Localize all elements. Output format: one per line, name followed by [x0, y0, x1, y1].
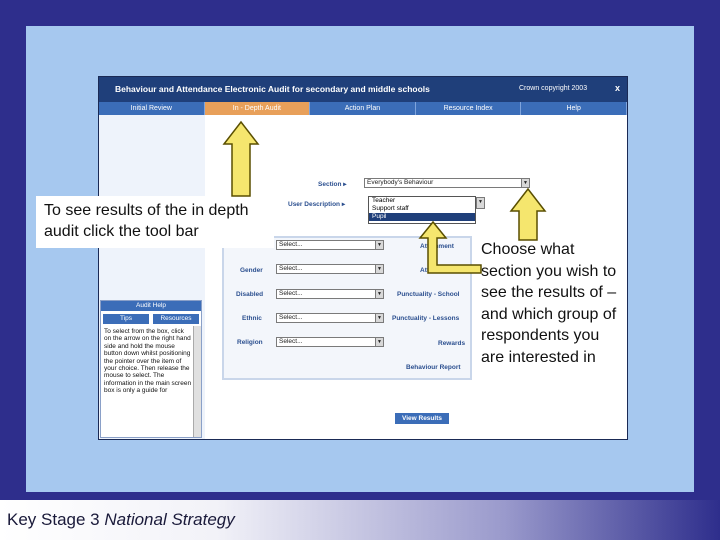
annotation-arrows — [222, 120, 547, 274]
footer-brand: Key Stage 3 National Strategy — [7, 510, 235, 529]
arrow-elbow-up-icon — [418, 220, 482, 274]
footer-bar: Key Stage 3 National Strategy — [0, 500, 720, 540]
arrow-up-left-icon — [222, 120, 260, 197]
arrow-up-right-icon — [509, 187, 547, 241]
